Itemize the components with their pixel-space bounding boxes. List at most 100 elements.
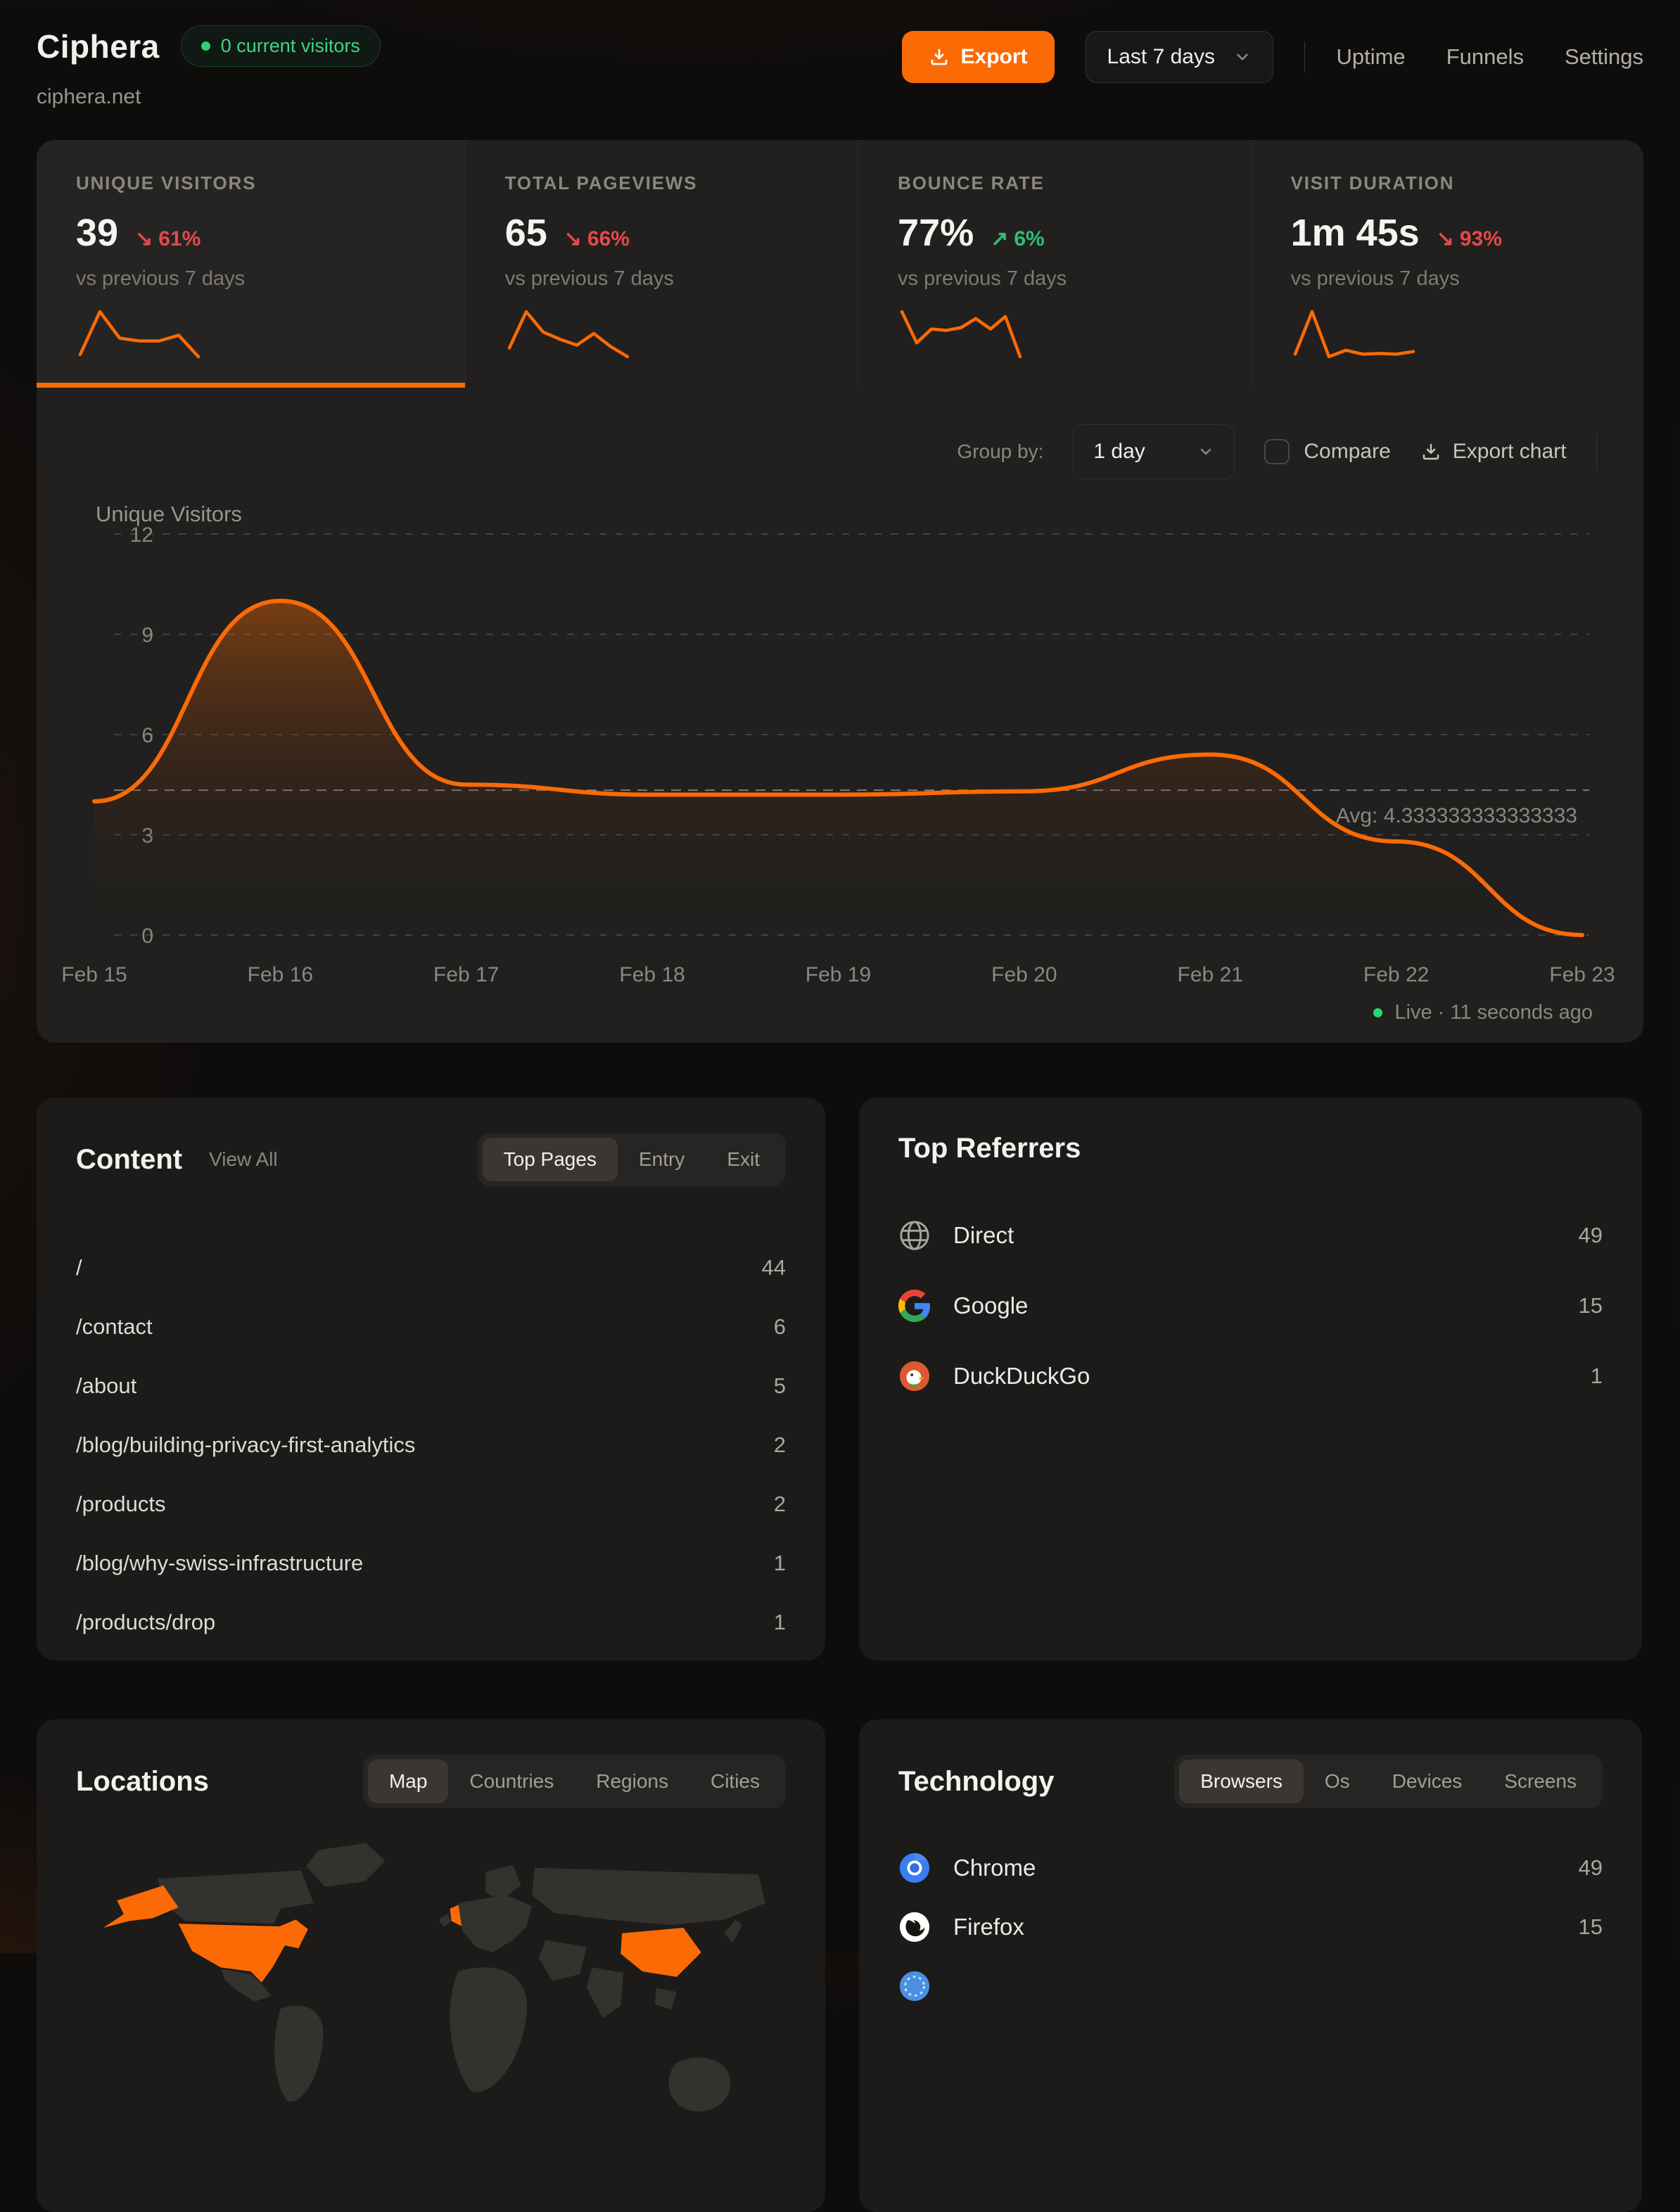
list-item[interactable]: Google 15: [898, 1284, 1603, 1328]
country-india: [587, 1967, 623, 2018]
tab-map[interactable]: Map: [368, 1760, 448, 1803]
stat-total-pageviews[interactable]: TOTAL PAGEVIEWS 65 ↘66% vs previous 7 da…: [465, 140, 858, 388]
stat-bounce-rate[interactable]: BOUNCE RATE 77% ↗6% vs previous 7 days: [858, 140, 1250, 388]
region-middle-east: [539, 1940, 587, 1981]
svg-text:Feb 21: Feb 21: [1178, 963, 1243, 986]
stat-comparison-label: vs previous 7 days: [1291, 267, 1622, 291]
download-icon: [1420, 441, 1442, 462]
list-item[interactable]: Firefox 15: [898, 1907, 1603, 1947]
chart-section: Group by: 1 day Compare Export chart: [37, 388, 1643, 1043]
dashboard-page: Ciphera 0 current visitors ciphera.net E…: [0, 0, 1680, 2212]
svg-text:Feb 16: Feb 16: [248, 963, 313, 986]
view-all-link[interactable]: View All: [209, 1148, 278, 1171]
chart-controls: Group by: 1 day Compare Export chart: [37, 426, 1643, 478]
group-by-value: 1 day: [1093, 440, 1145, 464]
country-china: [621, 1928, 701, 1977]
table-row[interactable]: /products/drop1: [76, 1608, 786, 1636]
export-button[interactable]: Export: [902, 31, 1055, 83]
tab-countries[interactable]: Countries: [448, 1760, 575, 1803]
group-by-label: Group by:: [957, 440, 1043, 463]
current-visitors-badge: 0 current visitors: [181, 25, 381, 67]
list-item[interactable]: [898, 1966, 1603, 2007]
svg-text:6: 6: [141, 724, 153, 747]
country-greenland: [306, 1843, 386, 1887]
chevron-down-icon: [1197, 443, 1214, 460]
nav-funnels[interactable]: Funnels: [1446, 44, 1524, 70]
stat-change-badge: ↗6%: [991, 227, 1045, 251]
stat-value: 77%: [898, 211, 974, 255]
tab-os[interactable]: Os: [1304, 1760, 1371, 1803]
referrers-list: Direct 49 Google 15: [898, 1214, 1603, 1398]
svg-text:Feb 18: Feb 18: [619, 963, 685, 986]
stat-change-badge: ↘66%: [564, 227, 630, 251]
tab-screens[interactable]: Screens: [1483, 1760, 1598, 1803]
stat-comparison-label: vs previous 7 days: [76, 267, 444, 291]
country-japan: [725, 1919, 742, 1943]
table-row[interactable]: /contact6: [76, 1313, 786, 1341]
tab-regions[interactable]: Regions: [575, 1760, 689, 1803]
trend-arrow-icon: ↗: [991, 227, 1008, 251]
export-button-label: Export: [961, 45, 1028, 69]
stat-label: UNIQUE VISITORS: [76, 172, 444, 194]
analytics-card: UNIQUE VISITORS 39 ↘61% vs previous 7 da…: [37, 140, 1643, 1043]
stat-value: 1m 45s: [1291, 211, 1420, 255]
compare-checkbox[interactable]: [1264, 439, 1290, 464]
tab-browsers[interactable]: Browsers: [1179, 1760, 1304, 1803]
content-panel-title: Content: [76, 1144, 182, 1176]
chart-title: Unique Visitors: [96, 502, 242, 527]
stat-unique-visitors[interactable]: UNIQUE VISITORS 39 ↘61% vs previous 7 da…: [37, 140, 465, 388]
svg-text:Feb 15: Feb 15: [61, 963, 127, 986]
nav-settings[interactable]: Settings: [1565, 44, 1643, 70]
svg-text:Feb 22: Feb 22: [1363, 963, 1429, 986]
svg-text:Feb 23: Feb 23: [1549, 963, 1615, 986]
visitors-area-chart: 036912Avg: 4.333333333333333Feb 15Feb 16…: [37, 506, 1642, 998]
google-icon: [898, 1290, 931, 1322]
list-item[interactable]: Direct 49: [898, 1214, 1603, 1257]
export-chart-button[interactable]: Export chart: [1420, 440, 1567, 464]
firefox-icon: [898, 1911, 931, 1943]
top-pages-list: /44 /contact6 /about5 /blog/building-pri…: [76, 1254, 786, 1636]
panels-row-1: Content View All Top Pages Entry Exit /4…: [37, 1098, 1643, 1660]
list-item[interactable]: DuckDuckGo 1: [898, 1354, 1603, 1398]
stat-visit-duration[interactable]: VISIT DURATION 1m 45s ↘93% vs previous 7…: [1251, 140, 1643, 388]
stat-change-badge: ↘93%: [1437, 227, 1502, 251]
table-row[interactable]: /products2: [76, 1490, 786, 1518]
brand-block: Ciphera 0 current visitors ciphera.net: [37, 25, 381, 109]
table-row[interactable]: /about5: [76, 1372, 786, 1400]
svg-text:Avg: 4.333333333333333: Avg: 4.333333333333333: [1336, 804, 1577, 827]
tab-cities[interactable]: Cities: [689, 1760, 781, 1803]
referrers-panel: Top Referrers Direct 49: [859, 1098, 1642, 1660]
duckduckgo-icon: [898, 1360, 931, 1392]
world-map[interactable]: [76, 1838, 786, 2131]
country-canada: [158, 1871, 313, 1924]
stat-comparison-label: vs previous 7 days: [505, 267, 836, 291]
compare-label: Compare: [1304, 440, 1390, 464]
table-row[interactable]: /blog/building-privacy-first-analytics2: [76, 1431, 786, 1459]
referrers-panel-title: Top Referrers: [898, 1133, 1081, 1164]
tab-devices[interactable]: Devices: [1371, 1760, 1484, 1803]
content-tabs: Top Pages Entry Exit: [478, 1133, 786, 1186]
group-by-select[interactable]: 1 day: [1073, 424, 1235, 479]
brand-title: Ciphera: [37, 27, 160, 65]
continent-south-america: [274, 2006, 323, 2102]
svg-text:Feb 19: Feb 19: [806, 963, 871, 986]
list-item[interactable]: Chrome 49: [898, 1848, 1603, 1888]
continent-europe: [458, 1895, 532, 1952]
main-chart: Unique Visitors 036912Avg: 4.33333333333…: [37, 506, 1643, 998]
nav-uptime[interactable]: Uptime: [1336, 44, 1405, 70]
export-chart-label: Export chart: [1453, 440, 1567, 464]
region-scandinavia: [485, 1865, 521, 1900]
table-row[interactable]: /blog/why-swiss-infrastructure1: [76, 1549, 786, 1577]
date-range-select[interactable]: Last 7 days: [1086, 31, 1273, 83]
stat-label: BOUNCE RATE: [898, 172, 1229, 194]
tab-exit[interactable]: Exit: [706, 1138, 781, 1181]
controls-divider: [1596, 433, 1598, 470]
table-row[interactable]: /44: [76, 1254, 786, 1282]
site-domain: ciphera.net: [37, 85, 381, 109]
compare-toggle[interactable]: Compare: [1264, 439, 1390, 464]
locations-tabs: Map Countries Regions Cities: [363, 1755, 786, 1808]
tab-entry[interactable]: Entry: [618, 1138, 706, 1181]
tab-top-pages[interactable]: Top Pages: [483, 1138, 618, 1181]
panels-row-2: Locations Map Countries Regions Cities: [37, 1720, 1643, 2212]
stat-label: VISIT DURATION: [1291, 172, 1622, 194]
